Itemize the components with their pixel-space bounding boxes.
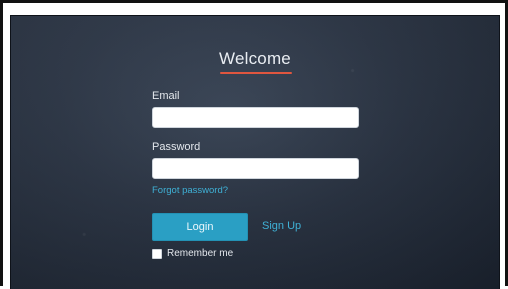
- remember-me-label: Remember me: [167, 248, 234, 259]
- screenshot-frame: Welcome Email Password Forgot password? …: [0, 0, 508, 289]
- email-field[interactable]: [152, 107, 359, 128]
- email-label: Email: [152, 90, 180, 102]
- forgot-password-link[interactable]: Forgot password?: [152, 185, 228, 196]
- sign-up-link[interactable]: Sign Up: [262, 220, 301, 232]
- login-panel: Welcome Email Password Forgot password? …: [10, 15, 500, 289]
- password-field[interactable]: [152, 158, 359, 179]
- login-button[interactable]: Login: [152, 213, 248, 241]
- remember-me-checkbox[interactable]: [152, 248, 162, 259]
- remember-me[interactable]: Remember me: [152, 248, 233, 259]
- welcome-title: Welcome: [219, 49, 291, 68]
- password-label: Password: [152, 141, 201, 153]
- title-underline: [220, 72, 292, 74]
